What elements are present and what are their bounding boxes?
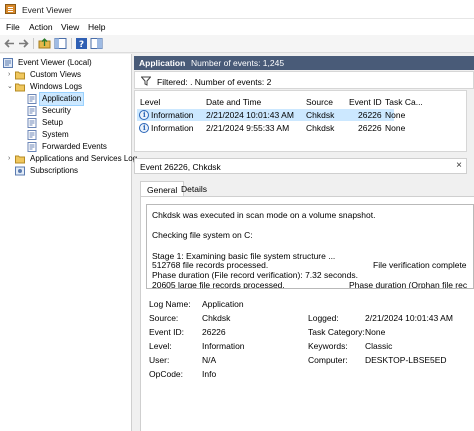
column-source[interactable]: Source bbox=[306, 97, 333, 107]
description-line: Chkdsk was executed in scan mode on a vo… bbox=[152, 210, 376, 220]
event-list: Level Date and Time Source Event ID Task… bbox=[134, 90, 467, 152]
log-icon bbox=[27, 130, 37, 140]
information-icon bbox=[139, 123, 149, 133]
description-line: 512768 file records processed. bbox=[152, 260, 269, 270]
log-icon bbox=[27, 94, 37, 104]
folder-icon bbox=[15, 83, 25, 92]
column-date-time[interactable]: Date and Time bbox=[206, 97, 261, 107]
back-arrow-icon[interactable] bbox=[3, 37, 16, 50]
task-category-value: None bbox=[365, 327, 386, 337]
opcode-value: Info bbox=[202, 369, 217, 379]
logged-value: 2/21/2024 10:01:43 AM bbox=[365, 313, 453, 323]
computer-label: Computer: bbox=[308, 355, 348, 365]
window-title: Event Viewer bbox=[22, 5, 72, 15]
keywords-label: Keywords: bbox=[308, 341, 348, 351]
information-icon bbox=[139, 110, 149, 120]
table-row[interactable]: Information 2/21/2024 9:55:33 AM Chkdsk … bbox=[137, 122, 405, 134]
svg-text:?: ? bbox=[79, 40, 84, 50]
source-value: Chkdsk bbox=[202, 313, 231, 323]
column-level[interactable]: Level bbox=[140, 97, 160, 107]
menu-bar: File Action View Help bbox=[0, 19, 474, 35]
forward-arrow-icon[interactable] bbox=[17, 37, 30, 50]
computer-value: DESKTOP-LBSE5ED bbox=[365, 355, 447, 365]
log-name-value: Application bbox=[202, 299, 244, 309]
show-action-pane-icon[interactable] bbox=[90, 37, 103, 50]
toolbar-separator bbox=[33, 38, 34, 49]
logged-label: Logged: bbox=[308, 313, 339, 323]
menu-action[interactable]: Action bbox=[29, 22, 53, 32]
help-icon[interactable]: ? bbox=[75, 37, 88, 50]
description-line: 20605 large file records processed. bbox=[152, 280, 285, 289]
log-name: Application bbox=[139, 58, 186, 68]
folder-icon bbox=[15, 155, 25, 164]
menu-view[interactable]: View bbox=[61, 22, 79, 32]
description-line: Checking file system on C: bbox=[152, 230, 253, 240]
event-count: Number of events: 1,245 bbox=[191, 58, 285, 68]
toolbar-separator bbox=[71, 38, 72, 49]
column-task-category[interactable]: Task Ca... bbox=[385, 97, 423, 107]
event-description[interactable]: Chkdsk was executed in scan mode on a vo… bbox=[146, 204, 474, 289]
folder-up-icon[interactable] bbox=[38, 37, 51, 50]
task-category-label: Task Category: bbox=[308, 327, 365, 337]
close-icon[interactable]: × bbox=[456, 160, 462, 171]
event-viewer-icon bbox=[3, 58, 13, 68]
expand-arrow-icon[interactable]: › bbox=[8, 69, 10, 81]
description-line: File verification complete bbox=[373, 260, 467, 270]
collapse-arrow-icon[interactable]: ⌄ bbox=[7, 81, 13, 93]
description-line: Phase duration (File record verification… bbox=[152, 270, 358, 280]
opcode-label: OpCode: bbox=[149, 369, 184, 379]
log-icon bbox=[27, 118, 37, 128]
subscriptions-icon bbox=[15, 166, 25, 176]
console-tree: Event Viewer (Local) › Custom Views ⌄ Wi… bbox=[0, 54, 137, 431]
filter-text: Filtered: . Number of events: 2 bbox=[157, 77, 272, 87]
expand-arrow-icon[interactable]: › bbox=[8, 153, 10, 165]
log-header: Application Number of events: 1,245 bbox=[134, 56, 474, 70]
event-viewer-icon bbox=[5, 4, 16, 14]
event-detail-header: Event 26226, Chkdsk × bbox=[134, 158, 467, 174]
menu-help[interactable]: Help bbox=[88, 22, 105, 32]
menu-file[interactable]: File bbox=[6, 22, 20, 32]
toolbar: ? bbox=[0, 35, 474, 53]
filter-icon bbox=[141, 76, 151, 86]
level-value: Information bbox=[202, 341, 245, 351]
filter-bar: Filtered: . Number of events: 2 bbox=[134, 71, 474, 89]
tab-details[interactable]: Details bbox=[175, 181, 213, 196]
level-label: Level: bbox=[149, 341, 172, 351]
event-list-scrollbar[interactable] bbox=[467, 90, 474, 152]
log-icon bbox=[27, 106, 37, 116]
event-detail-title: Event 26226, Chkdsk bbox=[140, 162, 221, 172]
show-hide-tree-icon[interactable] bbox=[54, 37, 67, 50]
user-label: User: bbox=[149, 355, 170, 365]
table-row[interactable]: Information 2/21/2024 10:01:43 AM Chkdsk… bbox=[137, 109, 405, 121]
description-line: Phase duration (Orphan file rec bbox=[349, 280, 468, 289]
title-bar: Event Viewer bbox=[0, 0, 474, 19]
folder-icon bbox=[15, 71, 25, 80]
keywords-value: Classic bbox=[365, 341, 393, 351]
source-label: Source: bbox=[149, 313, 179, 323]
event-id-label: Event ID: bbox=[149, 327, 184, 337]
log-name-label: Log Name: bbox=[149, 299, 191, 309]
column-event-id[interactable]: Event ID bbox=[349, 97, 382, 107]
log-icon bbox=[27, 142, 37, 152]
event-id-value: 26226 bbox=[202, 327, 226, 337]
user-value: N/A bbox=[202, 355, 217, 365]
